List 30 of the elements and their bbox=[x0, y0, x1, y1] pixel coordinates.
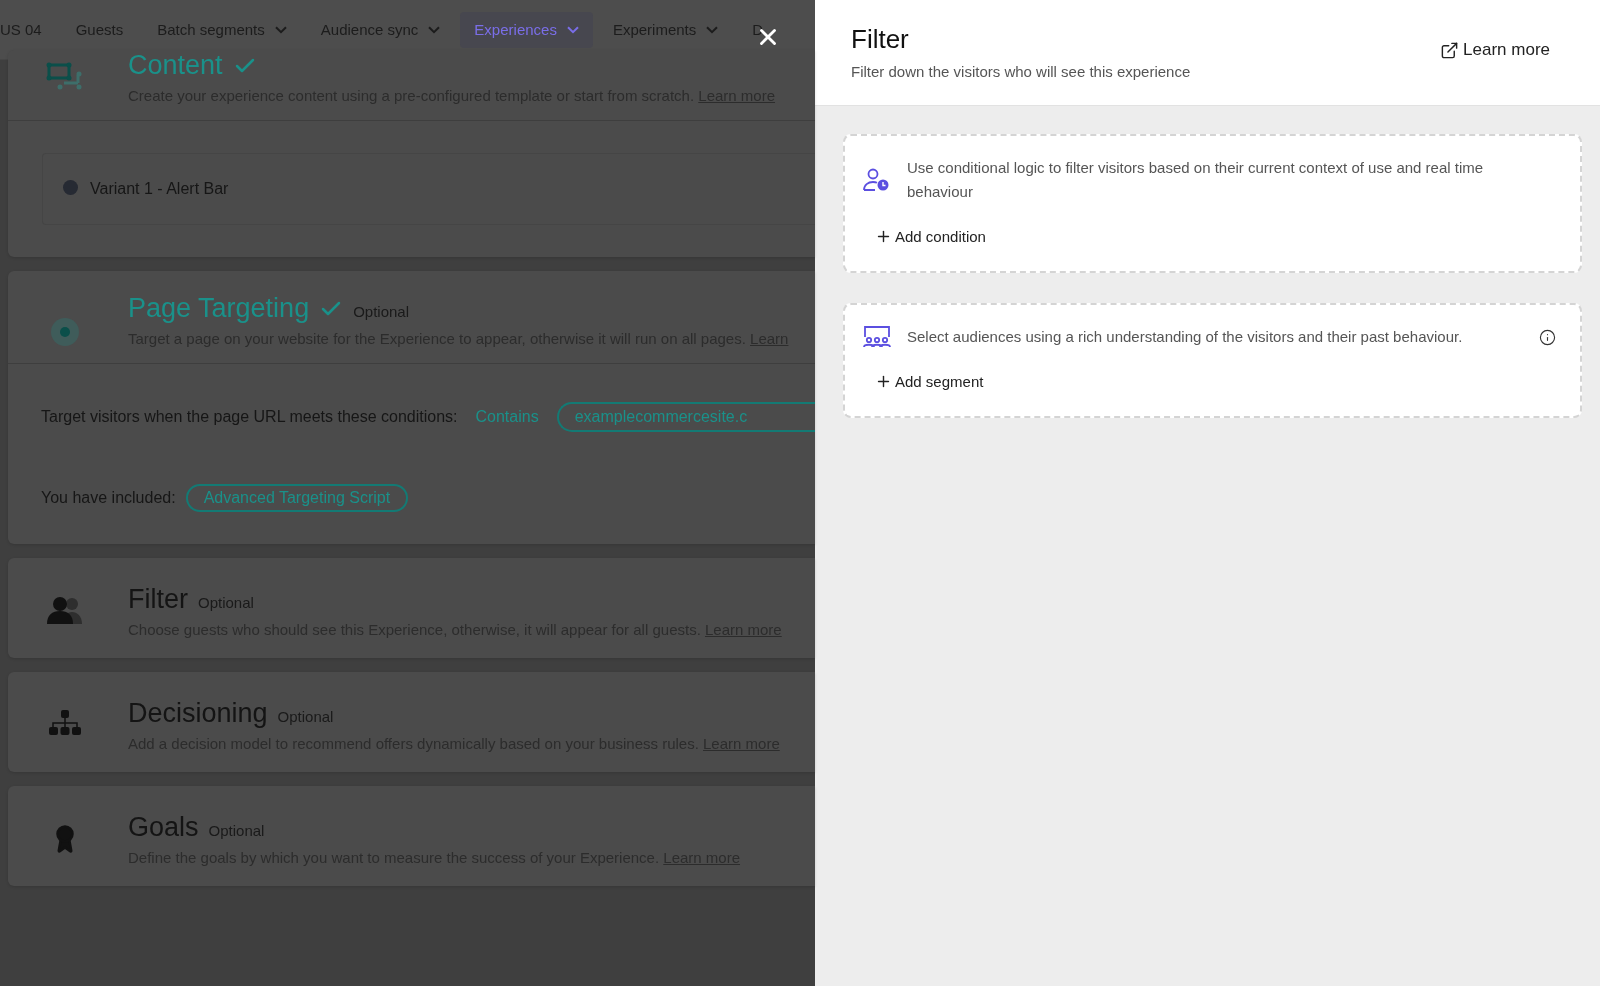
frame-icon bbox=[46, 62, 84, 92]
chevron-down-icon bbox=[274, 25, 287, 34]
info-icon[interactable] bbox=[1539, 328, 1556, 346]
status-dot bbox=[63, 179, 78, 195]
option-description: Select audiences using a rich understanding of the visitors and their past behaviour. bbox=[907, 327, 1464, 347]
hierarchy-icon bbox=[48, 710, 82, 736]
section-title: Page Targeting bbox=[128, 293, 310, 324]
drawer-subtitle: Filter down the visitors who will see this experience bbox=[851, 63, 1191, 80]
user-clock-icon bbox=[863, 168, 891, 192]
script-chip[interactable]: Advanced Targeting Script bbox=[185, 484, 409, 512]
users-icon bbox=[47, 596, 83, 626]
nav-tab[interactable]: Experiences bbox=[460, 11, 593, 48]
plus-icon bbox=[875, 228, 892, 245]
plus-icon bbox=[875, 373, 892, 390]
audience-icon bbox=[863, 325, 891, 349]
section-title: Decisioning bbox=[128, 698, 268, 729]
drawer-title: Filter bbox=[851, 24, 910, 55]
chevron-down-icon bbox=[706, 25, 719, 34]
add-button[interactable]: Add condition bbox=[875, 228, 986, 245]
learn-more-link[interactable]: Learn more bbox=[1440, 40, 1550, 60]
section-title: Goals bbox=[128, 812, 199, 843]
chevron-down-icon bbox=[428, 25, 441, 34]
option-description: Use conditional logic to filter visitors based on their current context of use and real time behaviour bbox=[907, 158, 1485, 202]
url-chip[interactable]: examplecommercesite.c bbox=[556, 402, 815, 432]
chevron-down-icon bbox=[566, 25, 579, 34]
add-button[interactable]: Add segment bbox=[875, 373, 984, 390]
operator-label[interactable]: Contains bbox=[475, 408, 539, 426]
external-link-icon bbox=[1440, 40, 1460, 60]
section-title: Content bbox=[128, 50, 223, 81]
target-icon bbox=[50, 317, 80, 347]
